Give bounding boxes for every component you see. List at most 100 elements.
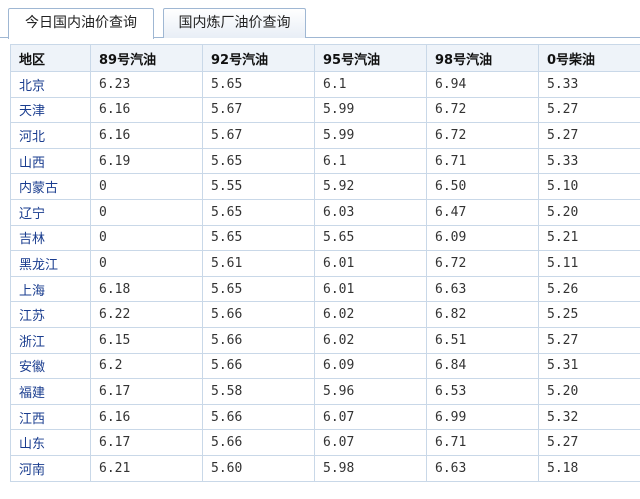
price-95-cell: 5.96 xyxy=(314,378,427,405)
price-diesel-cell: 5.26 xyxy=(538,275,640,303)
price-95-cell: 6.09 xyxy=(314,352,427,380)
price-95-cell: 5.99 xyxy=(314,96,427,124)
price-diesel-cell: 5.27 xyxy=(538,326,640,354)
region-cell[interactable]: 辽宁 xyxy=(10,198,91,226)
price-92-cell: 5.61 xyxy=(202,250,315,277)
region-cell[interactable]: 黑龙江 xyxy=(10,250,91,277)
price-92-cell: 5.66 xyxy=(202,429,315,456)
price-89-cell: 0 xyxy=(90,250,203,277)
price-95-cell: 6.02 xyxy=(314,301,427,328)
price-95-cell: 5.99 xyxy=(314,122,427,149)
price-92-cell: 5.58 xyxy=(202,378,315,405)
price-98-cell: 6.09 xyxy=(426,224,539,252)
region-cell[interactable]: 河北 xyxy=(10,122,91,149)
price-98-cell: 6.51 xyxy=(426,326,539,354)
table-row: 吉林 0 5.65 5.65 6.09 5.21 xyxy=(10,224,640,252)
tab-refinery-price[interactable]: 国内炼厂油价查询 xyxy=(163,8,306,38)
table-row: 北京 6.23 5.65 6.1 6.94 5.33 xyxy=(10,71,640,98)
price-98-cell: 6.71 xyxy=(426,429,539,456)
region-cell[interactable]: 浙江 xyxy=(10,326,91,354)
header-0-diesel: 0号柴油 xyxy=(538,44,640,72)
price-92-cell: 5.65 xyxy=(202,275,315,303)
region-cell[interactable]: 北京 xyxy=(10,71,91,98)
price-diesel-cell: 5.33 xyxy=(538,147,640,175)
price-98-cell: 6.99 xyxy=(426,403,539,431)
table-row: 山东 6.17 5.66 6.07 6.71 5.27 xyxy=(10,429,640,456)
table-row: 天津 6.16 5.67 5.99 6.72 5.27 xyxy=(10,96,640,124)
price-92-cell: 5.65 xyxy=(202,224,315,252)
price-89-cell: 6.22 xyxy=(90,301,203,328)
tab-today-domestic-price[interactable]: 今日国内油价查询 xyxy=(8,8,154,39)
table-row: 上海 6.18 5.65 6.01 6.63 5.26 xyxy=(10,275,640,303)
region-cell[interactable]: 福建 xyxy=(10,378,91,405)
price-89-cell: 0 xyxy=(90,173,203,200)
price-89-cell: 6.17 xyxy=(90,429,203,456)
price-89-cell: 6.19 xyxy=(90,147,203,175)
price-98-cell: 6.72 xyxy=(426,96,539,124)
price-92-cell: 5.65 xyxy=(202,71,315,98)
header-89-gasoline: 89号汽油 xyxy=(90,44,203,72)
table-header-row: 地区 89号汽油 92号汽油 95号汽油 98号汽油 0号柴油 xyxy=(10,44,640,72)
table-row: 安徽 6.2 5.66 6.09 6.84 5.31 xyxy=(10,352,640,380)
price-89-cell: 6.23 xyxy=(90,71,203,98)
price-89-cell: 6.21 xyxy=(90,454,203,482)
price-92-cell: 5.67 xyxy=(202,96,315,124)
price-diesel-cell: 5.32 xyxy=(538,403,640,431)
price-98-cell: 6.82 xyxy=(426,301,539,328)
price-89-cell: 0 xyxy=(90,198,203,226)
price-89-cell: 0 xyxy=(90,224,203,252)
price-98-cell: 6.47 xyxy=(426,198,539,226)
header-95-gasoline: 95号汽油 xyxy=(314,44,427,72)
price-92-cell: 5.66 xyxy=(202,352,315,380)
price-89-cell: 6.17 xyxy=(90,378,203,405)
price-diesel-cell: 5.27 xyxy=(538,429,640,456)
header-98-gasoline: 98号汽油 xyxy=(426,44,539,72)
price-95-cell: 6.07 xyxy=(314,429,427,456)
price-95-cell: 6.02 xyxy=(314,326,427,354)
price-diesel-cell: 5.21 xyxy=(538,224,640,252)
price-89-cell: 6.15 xyxy=(90,326,203,354)
price-diesel-cell: 5.31 xyxy=(538,352,640,380)
price-diesel-cell: 5.18 xyxy=(538,454,640,482)
price-diesel-cell: 5.25 xyxy=(538,301,640,328)
price-diesel-cell: 5.33 xyxy=(538,71,640,98)
region-cell[interactable]: 上海 xyxy=(10,275,91,303)
table-row: 辽宁 0 5.65 6.03 6.47 5.20 xyxy=(10,198,640,226)
table-row: 山西 6.19 5.65 6.1 6.71 5.33 xyxy=(10,147,640,175)
price-92-cell: 5.55 xyxy=(202,173,315,200)
table-row: 浙江 6.15 5.66 6.02 6.51 5.27 xyxy=(10,326,640,354)
region-cell[interactable]: 吉林 xyxy=(10,224,91,252)
price-diesel-cell: 5.27 xyxy=(538,122,640,149)
price-98-cell: 6.94 xyxy=(426,71,539,98)
table-row: 河北 6.16 5.67 5.99 6.72 5.27 xyxy=(10,122,640,149)
region-cell[interactable]: 内蒙古 xyxy=(10,173,91,200)
region-cell[interactable]: 山西 xyxy=(10,147,91,175)
region-cell[interactable]: 江西 xyxy=(10,403,91,431)
region-cell[interactable]: 山东 xyxy=(10,429,91,456)
price-diesel-cell: 5.10 xyxy=(538,173,640,200)
price-98-cell: 6.84 xyxy=(426,352,539,380)
table-row: 河南 6.21 5.60 5.98 6.63 5.18 xyxy=(10,454,640,482)
price-diesel-cell: 5.20 xyxy=(538,378,640,405)
price-89-cell: 6.18 xyxy=(90,275,203,303)
table-row: 黑龙江 0 5.61 6.01 6.72 5.11 xyxy=(10,250,640,277)
region-cell[interactable]: 安徽 xyxy=(10,352,91,380)
header-region: 地区 xyxy=(10,44,91,72)
oil-price-widget: 今日国内油价查询 国内炼厂油价查询 地区 89号汽油 92号汽油 95号汽油 9… xyxy=(0,0,640,499)
price-89-cell: 6.16 xyxy=(90,122,203,149)
region-cell[interactable]: 江苏 xyxy=(10,301,91,328)
price-95-cell: 5.92 xyxy=(314,173,427,200)
price-92-cell: 5.65 xyxy=(202,147,315,175)
price-95-cell: 5.65 xyxy=(314,224,427,252)
price-95-cell: 6.01 xyxy=(314,275,427,303)
price-92-cell: 5.66 xyxy=(202,301,315,328)
region-cell[interactable]: 河南 xyxy=(10,454,91,482)
region-cell[interactable]: 天津 xyxy=(10,96,91,124)
price-89-cell: 6.16 xyxy=(90,96,203,124)
price-95-cell: 6.1 xyxy=(314,71,427,98)
price-92-cell: 5.66 xyxy=(202,326,315,354)
price-98-cell: 6.63 xyxy=(426,275,539,303)
table-body: 北京 6.23 5.65 6.1 6.94 5.33 天津 6.16 5.67 5.99 6.72 5… xyxy=(10,71,640,482)
table-row: 江苏 6.22 5.66 6.02 6.82 5.25 xyxy=(10,301,640,328)
price-98-cell: 6.72 xyxy=(426,122,539,149)
